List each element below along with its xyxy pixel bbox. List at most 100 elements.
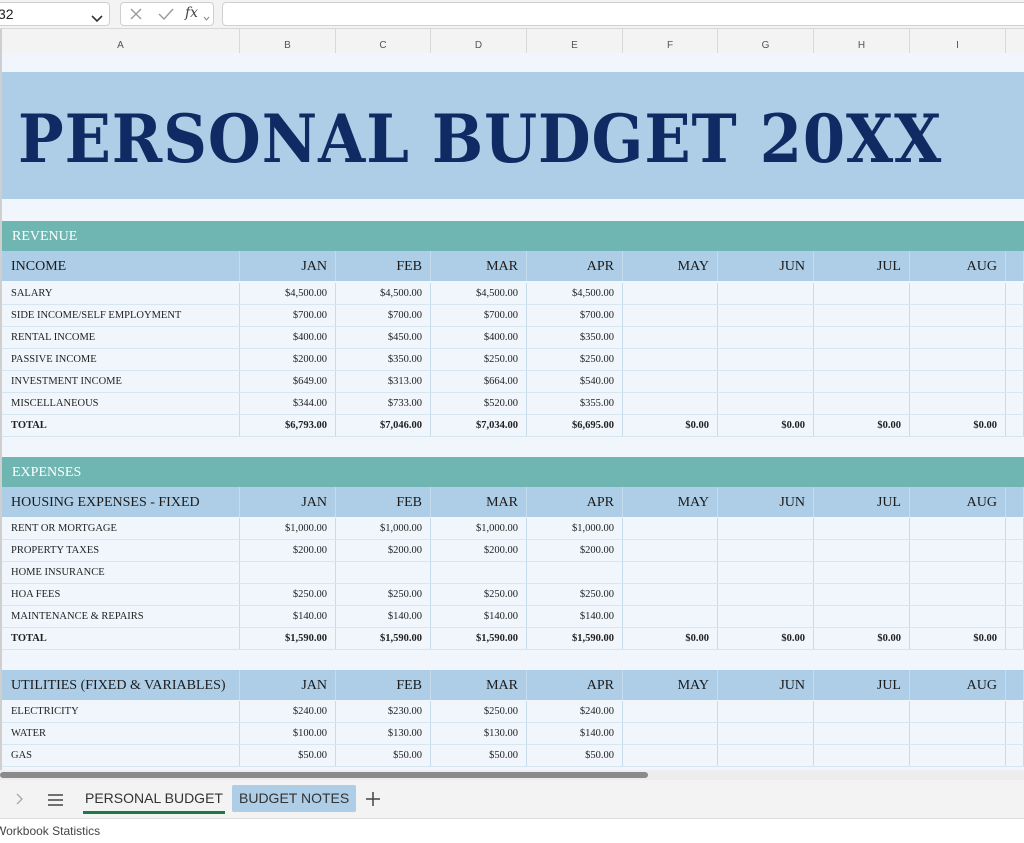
month-header-aug[interactable]: AUG: [910, 487, 1006, 517]
category-header-cell[interactable]: INCOME: [2, 251, 240, 281]
value-cell[interactable]: [718, 327, 814, 348]
value-cell[interactable]: $7,046.00: [336, 415, 431, 436]
value-cell[interactable]: [910, 518, 1006, 539]
chevron-down-icon[interactable]: [91, 10, 103, 28]
row-label-cell[interactable]: WATER: [2, 723, 240, 744]
value-cell[interactable]: $130.00: [431, 723, 527, 744]
value-cell[interactable]: $200.00: [240, 540, 336, 561]
value-cell[interactable]: $355.00: [527, 393, 623, 414]
page-title[interactable]: PERSONAL BUDGET 20XX: [18, 100, 942, 178]
month-header-may[interactable]: MAY: [623, 487, 718, 517]
empty-cell[interactable]: [1006, 518, 1024, 539]
empty-cell[interactable]: [1006, 305, 1024, 326]
value-cell[interactable]: $7,034.00: [431, 415, 527, 436]
value-cell[interactable]: [814, 327, 910, 348]
value-cell[interactable]: [814, 283, 910, 304]
value-cell[interactable]: $200.00: [240, 349, 336, 370]
value-cell[interactable]: [814, 606, 910, 627]
column-header-next[interactable]: [1006, 29, 1024, 53]
value-cell[interactable]: $1,000.00: [240, 518, 336, 539]
empty-cell[interactable]: [1006, 283, 1024, 304]
value-cell[interactable]: $350.00: [336, 349, 431, 370]
name-box[interactable]: 32: [0, 2, 110, 26]
value-cell[interactable]: $540.00: [527, 371, 623, 392]
value-cell[interactable]: [814, 562, 910, 583]
value-cell[interactable]: [623, 606, 718, 627]
empty-cell[interactable]: [1006, 327, 1024, 348]
value-cell[interactable]: [623, 349, 718, 370]
value-cell[interactable]: $140.00: [431, 606, 527, 627]
value-cell[interactable]: $649.00: [240, 371, 336, 392]
value-cell[interactable]: $0.00: [814, 415, 910, 436]
row-label-cell[interactable]: MAINTENANCE & REPAIRS: [2, 606, 240, 627]
value-cell[interactable]: $250.00: [527, 349, 623, 370]
month-header-jun[interactable]: JUN: [718, 670, 814, 700]
row-label-cell[interactable]: GAS: [2, 745, 240, 766]
column-header-i[interactable]: I: [910, 29, 1006, 53]
empty-cell[interactable]: [1006, 606, 1024, 627]
value-cell[interactable]: $400.00: [431, 327, 527, 348]
workbook-statistics[interactable]: Workbook Statistics: [0, 819, 100, 843]
value-cell[interactable]: $1,590.00: [527, 628, 623, 649]
empty-cell[interactable]: [1006, 723, 1024, 744]
value-cell[interactable]: $250.00: [527, 584, 623, 605]
row-label-cell[interactable]: TOTAL: [2, 415, 240, 436]
value-cell[interactable]: $0.00: [910, 415, 1006, 436]
value-cell[interactable]: $140.00: [336, 606, 431, 627]
column-header-h[interactable]: H: [814, 29, 910, 53]
add-sheet-icon[interactable]: [366, 792, 380, 811]
value-cell[interactable]: $1,590.00: [336, 628, 431, 649]
value-cell[interactable]: $50.00: [431, 745, 527, 766]
value-cell[interactable]: $664.00: [431, 371, 527, 392]
month-header-feb[interactable]: FEB: [336, 670, 431, 700]
value-cell[interactable]: [718, 606, 814, 627]
value-cell[interactable]: [910, 371, 1006, 392]
month-header-feb[interactable]: FEB: [336, 251, 431, 281]
value-cell[interactable]: [718, 349, 814, 370]
value-cell[interactable]: [814, 518, 910, 539]
value-cell[interactable]: $4,500.00: [336, 283, 431, 304]
value-cell[interactable]: [240, 562, 336, 583]
value-cell[interactable]: [718, 518, 814, 539]
value-cell[interactable]: $240.00: [240, 701, 336, 722]
income-header-row[interactable]: INCOME JAN FEB MAR APR MAY JUN JUL AUG: [2, 251, 1024, 281]
value-cell[interactable]: [910, 349, 1006, 370]
month-header-jan[interactable]: JAN: [240, 251, 336, 281]
value-cell[interactable]: [814, 584, 910, 605]
value-cell[interactable]: [431, 562, 527, 583]
value-cell[interactable]: [623, 518, 718, 539]
check-icon[interactable]: [158, 7, 174, 26]
value-cell[interactable]: $0.00: [718, 415, 814, 436]
value-cell[interactable]: [910, 606, 1006, 627]
value-cell[interactable]: [814, 701, 910, 722]
housing-header-row[interactable]: HOUSING EXPENSES - FIXED JAN FEB MAR APR MAY J…: [2, 487, 1024, 517]
value-cell[interactable]: [718, 371, 814, 392]
value-cell[interactable]: [910, 540, 1006, 561]
row-label-cell[interactable]: SIDE INCOME/SELF EMPLOYMENT: [2, 305, 240, 326]
category-header-cell[interactable]: HOUSING EXPENSES - FIXED: [2, 487, 240, 517]
value-cell[interactable]: $6,793.00: [240, 415, 336, 436]
section-revenue[interactable]: REVENUE: [2, 221, 1024, 251]
value-cell[interactable]: $140.00: [240, 606, 336, 627]
value-cell[interactable]: [814, 349, 910, 370]
value-cell[interactable]: $0.00: [623, 415, 718, 436]
month-header-may[interactable]: MAY: [623, 670, 718, 700]
empty-cell[interactable]: [1006, 251, 1024, 281]
scrollbar-thumb[interactable]: [0, 772, 648, 778]
value-cell[interactable]: [623, 393, 718, 414]
formula-input[interactable]: [222, 2, 1024, 26]
month-header-apr[interactable]: APR: [527, 251, 623, 281]
row-label-cell[interactable]: PROPERTY TAXES: [2, 540, 240, 561]
category-header-cell[interactable]: UTILITIES (FIXED & VARIABLES): [2, 670, 240, 700]
value-cell[interactable]: [623, 745, 718, 766]
value-cell[interactable]: $0.00: [910, 628, 1006, 649]
value-cell[interactable]: $700.00: [336, 305, 431, 326]
value-cell[interactable]: $344.00: [240, 393, 336, 414]
value-cell[interactable]: $250.00: [431, 584, 527, 605]
value-cell[interactable]: $400.00: [240, 327, 336, 348]
column-header-d[interactable]: D: [431, 29, 527, 53]
value-cell[interactable]: [623, 701, 718, 722]
value-cell[interactable]: [336, 562, 431, 583]
value-cell[interactable]: [910, 283, 1006, 304]
value-cell[interactable]: $200.00: [431, 540, 527, 561]
